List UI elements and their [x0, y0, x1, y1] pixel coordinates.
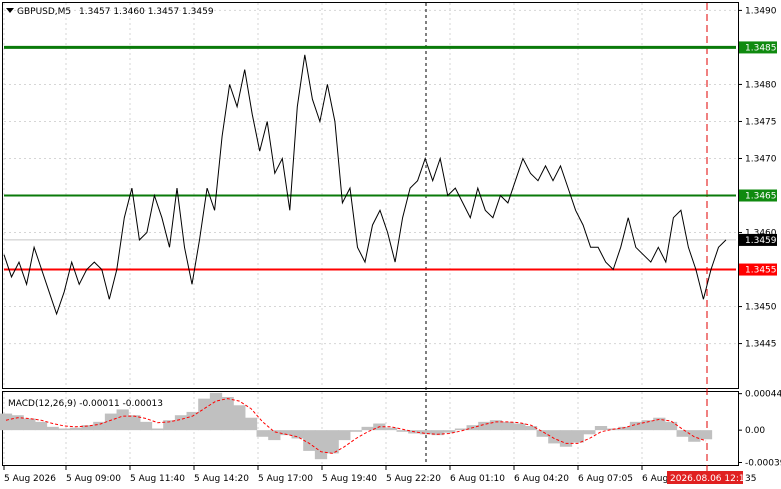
macd-histogram-bar	[233, 405, 246, 431]
macd-histogram-bar	[0, 413, 13, 431]
price-axis-label: 1.3475	[745, 117, 777, 127]
macd-histogram-bar	[338, 430, 351, 441]
macd-histogram-bar	[268, 430, 281, 441]
macd-histogram-bar	[209, 392, 223, 431]
macd-title: MACD(12,26,9) -0.00011 -0.00013	[8, 399, 163, 409]
macd-histogram-bar	[174, 415, 188, 431]
macd-histogram-bar	[419, 430, 433, 435]
macd-histogram-bar	[151, 428, 164, 431]
macd-histogram-bar	[291, 430, 304, 439]
price-axis-label: 1.3480	[745, 80, 777, 90]
price-axis-label: 1.3445	[745, 340, 777, 350]
macd-histogram-bar	[688, 430, 701, 442]
macd-histogram-bar	[454, 428, 468, 431]
macd-histogram-bar	[629, 421, 643, 431]
macd-histogram-bar	[198, 398, 211, 431]
current-price-tag-label: 1.3459	[745, 236, 777, 246]
time-axis-label: 5 Aug 2026	[4, 474, 56, 484]
time-axis-label: 5 Aug 17:00	[258, 474, 313, 484]
chart-canvas[interactable]: 1.34901.34801.34751.34701.34601.34501.34…	[0, 0, 781, 489]
time-axis-tail-label: 35	[745, 474, 756, 484]
macd-axis-label: -0.00039	[745, 459, 781, 469]
ohlc-values: 1.3457 1.3460 1.3457 1.3459	[79, 7, 214, 17]
time-axis-label: 6 Aug	[642, 474, 668, 484]
macd-histogram-bar	[396, 430, 409, 432]
level-price-tag-label: 1.3485	[745, 43, 777, 53]
price-axis-label: 1.3450	[745, 303, 777, 313]
macd-histogram-bar	[676, 430, 689, 437]
time-axis-label: 6 Aug 01:10	[450, 474, 505, 484]
macd-histogram-bar	[361, 426, 374, 431]
level-price-tag-label: 1.3455	[745, 266, 777, 276]
macd-histogram-bar	[69, 427, 83, 431]
macd-histogram-bar	[513, 423, 526, 431]
macd-axis-label: 0.00044	[745, 390, 781, 400]
macd-histogram-bar	[139, 421, 153, 431]
macd-histogram-bar	[349, 430, 363, 432]
macd-histogram-bar	[23, 418, 36, 431]
macd-histogram-bar	[58, 428, 71, 431]
macd-axis: 0.00044 0.00 -0.00039	[738, 390, 781, 469]
macd-histogram-bar	[116, 409, 129, 431]
time-axis-label: 5 Aug 19:40	[322, 474, 377, 484]
macd-histogram-bar	[548, 430, 561, 444]
macd-histogram-bar	[594, 426, 608, 431]
macd-histogram-bar	[571, 430, 584, 443]
macd-histogram-bar	[326, 430, 339, 454]
macd-axis-label: 0.00	[745, 426, 765, 436]
macd-histogram-bar	[536, 430, 549, 437]
symbol-title: GBPUSD,M5	[17, 7, 71, 17]
macd-histogram-bar	[256, 430, 269, 437]
macd-histogram-bar	[559, 430, 573, 447]
time-axis-label: 6 Aug 04:20	[514, 474, 569, 484]
price-axis-label: 1.3490	[745, 6, 777, 16]
time-axis-label: 5 Aug 09:00	[66, 474, 121, 484]
macd-histogram-bar	[314, 430, 328, 460]
price-axis[interactable]: 1.34901.34801.34751.34701.34601.34501.34…	[738, 6, 777, 350]
macd-histogram-bar	[501, 421, 514, 431]
price-axis-label: 1.3470	[745, 154, 777, 164]
time-axis-label: 5 Aug 14:20	[194, 474, 249, 484]
time-axis-label: 5 Aug 11:40	[130, 474, 185, 484]
macd-histogram-bar	[93, 421, 106, 431]
macd-histogram-bar	[186, 411, 199, 431]
time-axis[interactable]: 5 Aug 2026 5 Aug 09:00 5 Aug 11:40 5 Aug 14…	[3, 466, 756, 484]
cursor-time-tag-label: 2026.08.06 12:15	[670, 474, 750, 484]
macd-histogram-bar	[583, 430, 596, 435]
macd-histogram-bar	[699, 430, 713, 440]
macd-histogram-bar	[46, 426, 59, 431]
macd-histogram-bar	[664, 421, 678, 431]
macd-histogram-bar	[221, 396, 234, 431]
time-axis-label: 6 Aug 07:05	[578, 474, 633, 484]
level-price-tag-label: 1.3465	[745, 192, 777, 202]
macd-histogram-bar	[34, 421, 48, 431]
macd-histogram-bar	[244, 417, 258, 431]
time-axis-label: 5 Aug 22:20	[386, 474, 441, 484]
macd-histogram-bar	[478, 421, 491, 431]
